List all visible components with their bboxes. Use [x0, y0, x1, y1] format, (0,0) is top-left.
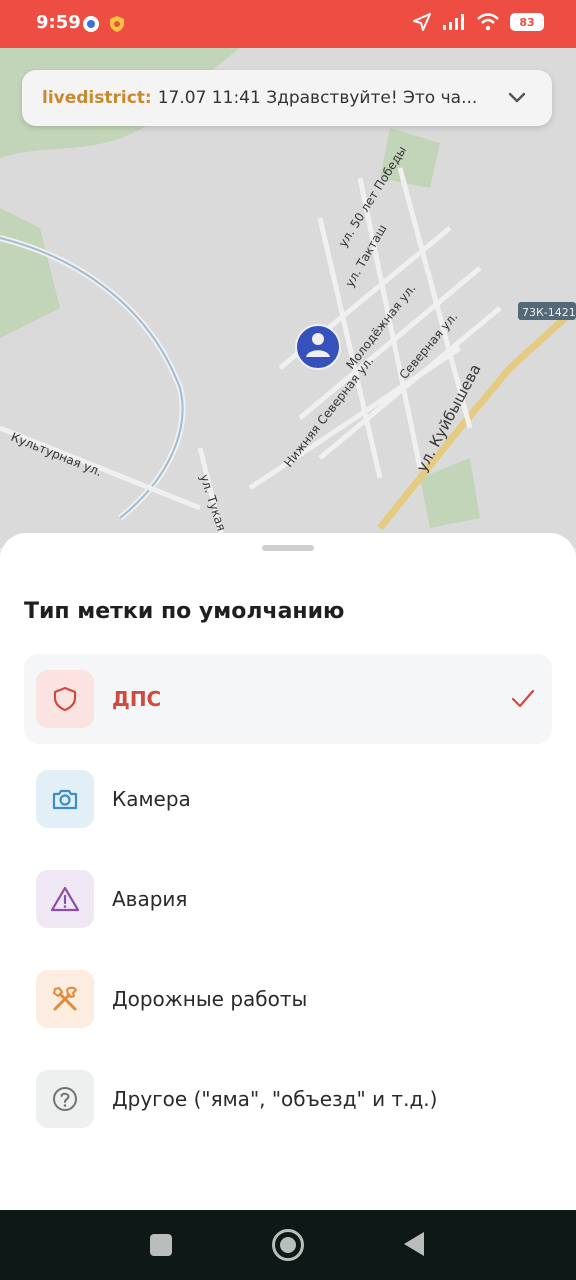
option-accident[interactable]: Авария [24, 854, 552, 944]
option-label: Авария [112, 887, 188, 911]
option-roadworks[interactable]: Дорожные работы [24, 954, 552, 1044]
shield-badge-icon [110, 16, 124, 32]
camera-icon [52, 789, 78, 810]
messenger-icon [83, 16, 99, 32]
home-button[interactable] [272, 1229, 304, 1261]
status-time: 9:59 [36, 12, 81, 33]
option-icon-container [36, 970, 94, 1028]
chat-banner[interactable]: livedistrict: 17.07 11:41 Здравствуйте! … [22, 70, 552, 126]
battery-icon: 83 [510, 13, 544, 31]
wifi-icon [477, 13, 499, 31]
option-label: ДПС [112, 687, 162, 711]
option-camera[interactable]: Камера [24, 754, 552, 844]
tools-icon [53, 986, 77, 1011]
back-button[interactable] [404, 1232, 424, 1256]
chat-username: livedistrict: [42, 88, 152, 108]
option-label: Камера [112, 787, 191, 811]
warning-triangle-icon [50, 886, 80, 912]
shield-icon [53, 686, 77, 712]
status-bar: 9:59 83 [0, 0, 576, 48]
signal-icon [443, 14, 464, 30]
bottom-sheet: Тип метки по умолчанию ДПС Камера Авария… [0, 533, 576, 1210]
recent-apps-button[interactable] [150, 1234, 172, 1256]
option-icon-container [36, 670, 94, 728]
option-other[interactable]: Другое ("яма", "объезд" и т.д.) [24, 1054, 552, 1144]
option-dps[interactable]: ДПС [24, 654, 552, 744]
status-left-icons [82, 15, 126, 33]
chat-message: 17.07 11:41 Здравствуйте! Это ча... [157, 88, 478, 108]
option-label: Другое ("яма", "объезд" и т.д.) [112, 1087, 438, 1111]
battery-level: 83 [519, 15, 535, 29]
chevron-down-icon[interactable] [506, 86, 528, 108]
option-icon-container [36, 870, 94, 928]
check-icon [511, 689, 535, 708]
option-icon-container [36, 770, 94, 828]
sheet-title: Тип метки по умолчанию [24, 599, 345, 624]
status-right-icons: 83 [412, 12, 544, 32]
system-navigation-bar [0, 1210, 576, 1280]
location-arrow-icon [413, 13, 431, 31]
option-label: Дорожные работы [112, 987, 308, 1011]
drag-handle[interactable] [262, 545, 314, 551]
option-icon-container [36, 1070, 94, 1128]
question-icon [53, 1087, 77, 1111]
